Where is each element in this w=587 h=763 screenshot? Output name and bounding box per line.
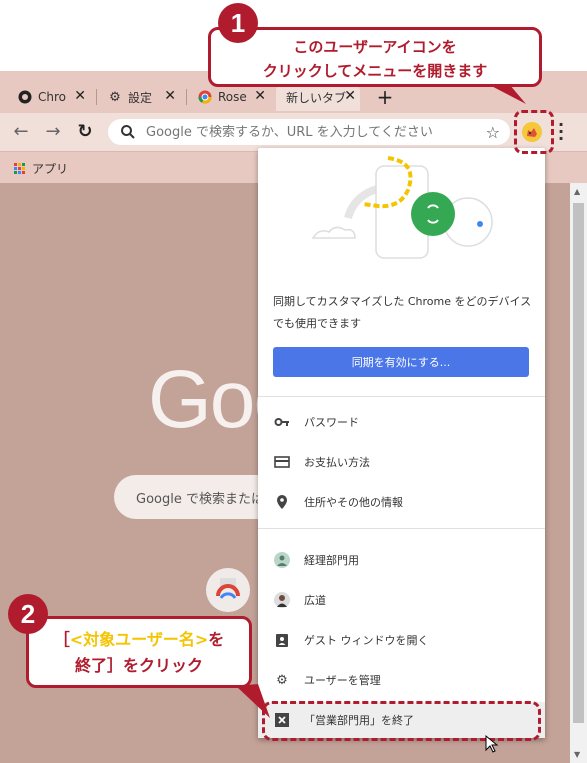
step1-line1: このユーザーアイコンを — [293, 38, 457, 56]
step2-badge: 2 — [8, 594, 48, 634]
step1-badge: 1 — [218, 3, 258, 43]
step2-open-bracket: ［ — [53, 630, 70, 649]
step1-line2: クリックしてメニューを開きます — [262, 62, 488, 80]
step2-target-username: <対象ユーザー名> — [69, 630, 209, 649]
step2-after: を — [208, 630, 225, 649]
step2-callout: ［<対象ユーザー名>を 終了］をクリック — [26, 616, 252, 688]
step2-line2: 終了］をクリック — [74, 656, 203, 675]
step1-callout: このユーザーアイコンを クリックしてメニューを開きます — [208, 27, 542, 87]
step2-line1: ［<対象ユーザー名>を — [29, 627, 249, 653]
